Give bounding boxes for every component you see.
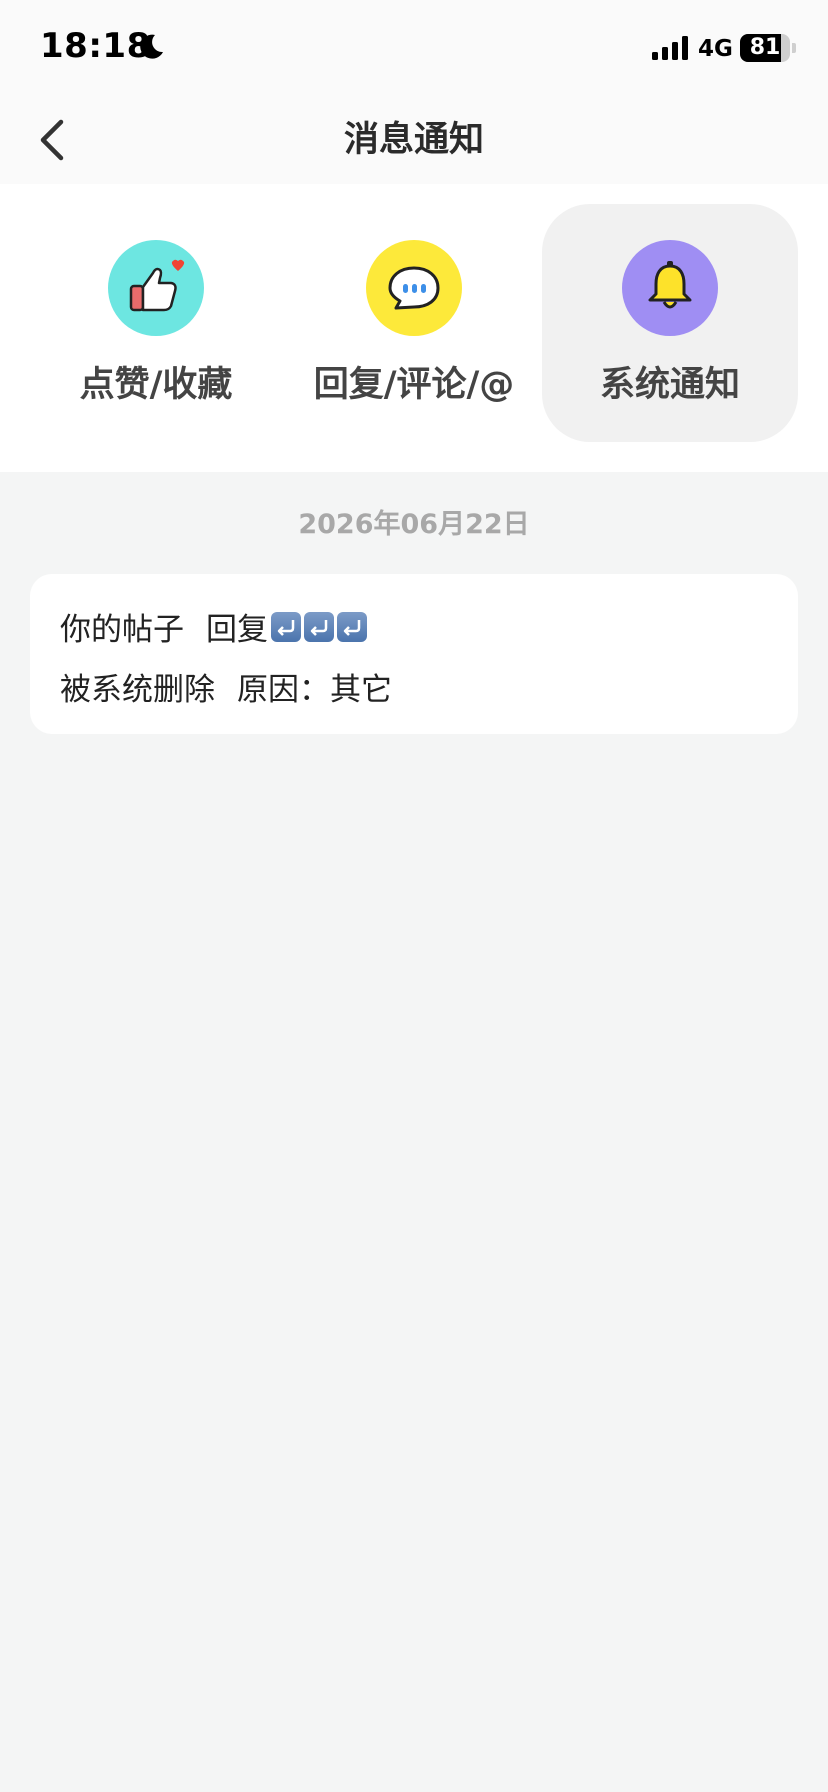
- deletion-status: 被系统删除: [60, 672, 215, 708]
- message-card[interactable]: 你的帖子 回复 被系统删除 原因：其它: [30, 574, 798, 734]
- moon-icon: [140, 34, 163, 59]
- message-date: 2026年06月22日: [298, 509, 530, 540]
- chevron-left-icon: [40, 119, 64, 161]
- tab-likes-label: 点赞/收藏: [79, 365, 233, 405]
- system-icon-circle: [622, 240, 718, 336]
- status-time: 18:18: [40, 26, 151, 66]
- battery-icon: 81: [740, 34, 796, 62]
- reply-arrow-emoji: [304, 611, 334, 642]
- bell-icon: [648, 261, 692, 309]
- comments-icon-circle: [366, 240, 462, 336]
- deletion-reason: 原因：其它: [237, 672, 392, 708]
- battery-percentage: 81: [749, 35, 781, 60]
- navigation-bar: 消息通知: [0, 96, 828, 184]
- network-type: 4G: [698, 36, 733, 62]
- tab-replies-comments[interactable]: 回复/评论/@: [286, 204, 542, 442]
- tab-system-label: 系统通知: [599, 365, 740, 405]
- category-tabs: 点赞/收藏 回复/评论/@ 系统通知: [0, 184, 828, 472]
- tab-system-notifications[interactable]: 系统通知: [542, 204, 798, 442]
- message-line-2: 被系统删除 原因：其它: [60, 664, 392, 709]
- message-post-content: 回复: [206, 612, 268, 648]
- speech-bubble-icon: [388, 266, 440, 310]
- tab-likes-favorites[interactable]: 点赞/收藏: [28, 204, 284, 442]
- back-button[interactable]: [22, 110, 82, 170]
- status-bar: 18:18 4G 81: [0, 0, 828, 96]
- reply-arrow-emoji: [337, 611, 367, 642]
- message-subject: 你的帖子: [60, 612, 184, 648]
- cellular-signal-icon: [652, 36, 688, 60]
- page-title: 消息通知: [343, 120, 484, 160]
- thumbs-up-heart-icon: [129, 259, 185, 312]
- reply-arrow-emoji: [271, 611, 301, 642]
- likes-icon-circle: [108, 240, 204, 336]
- message-line-1: 你的帖子 回复: [60, 604, 367, 649]
- tab-replies-label: 回复/评论/@: [313, 365, 515, 405]
